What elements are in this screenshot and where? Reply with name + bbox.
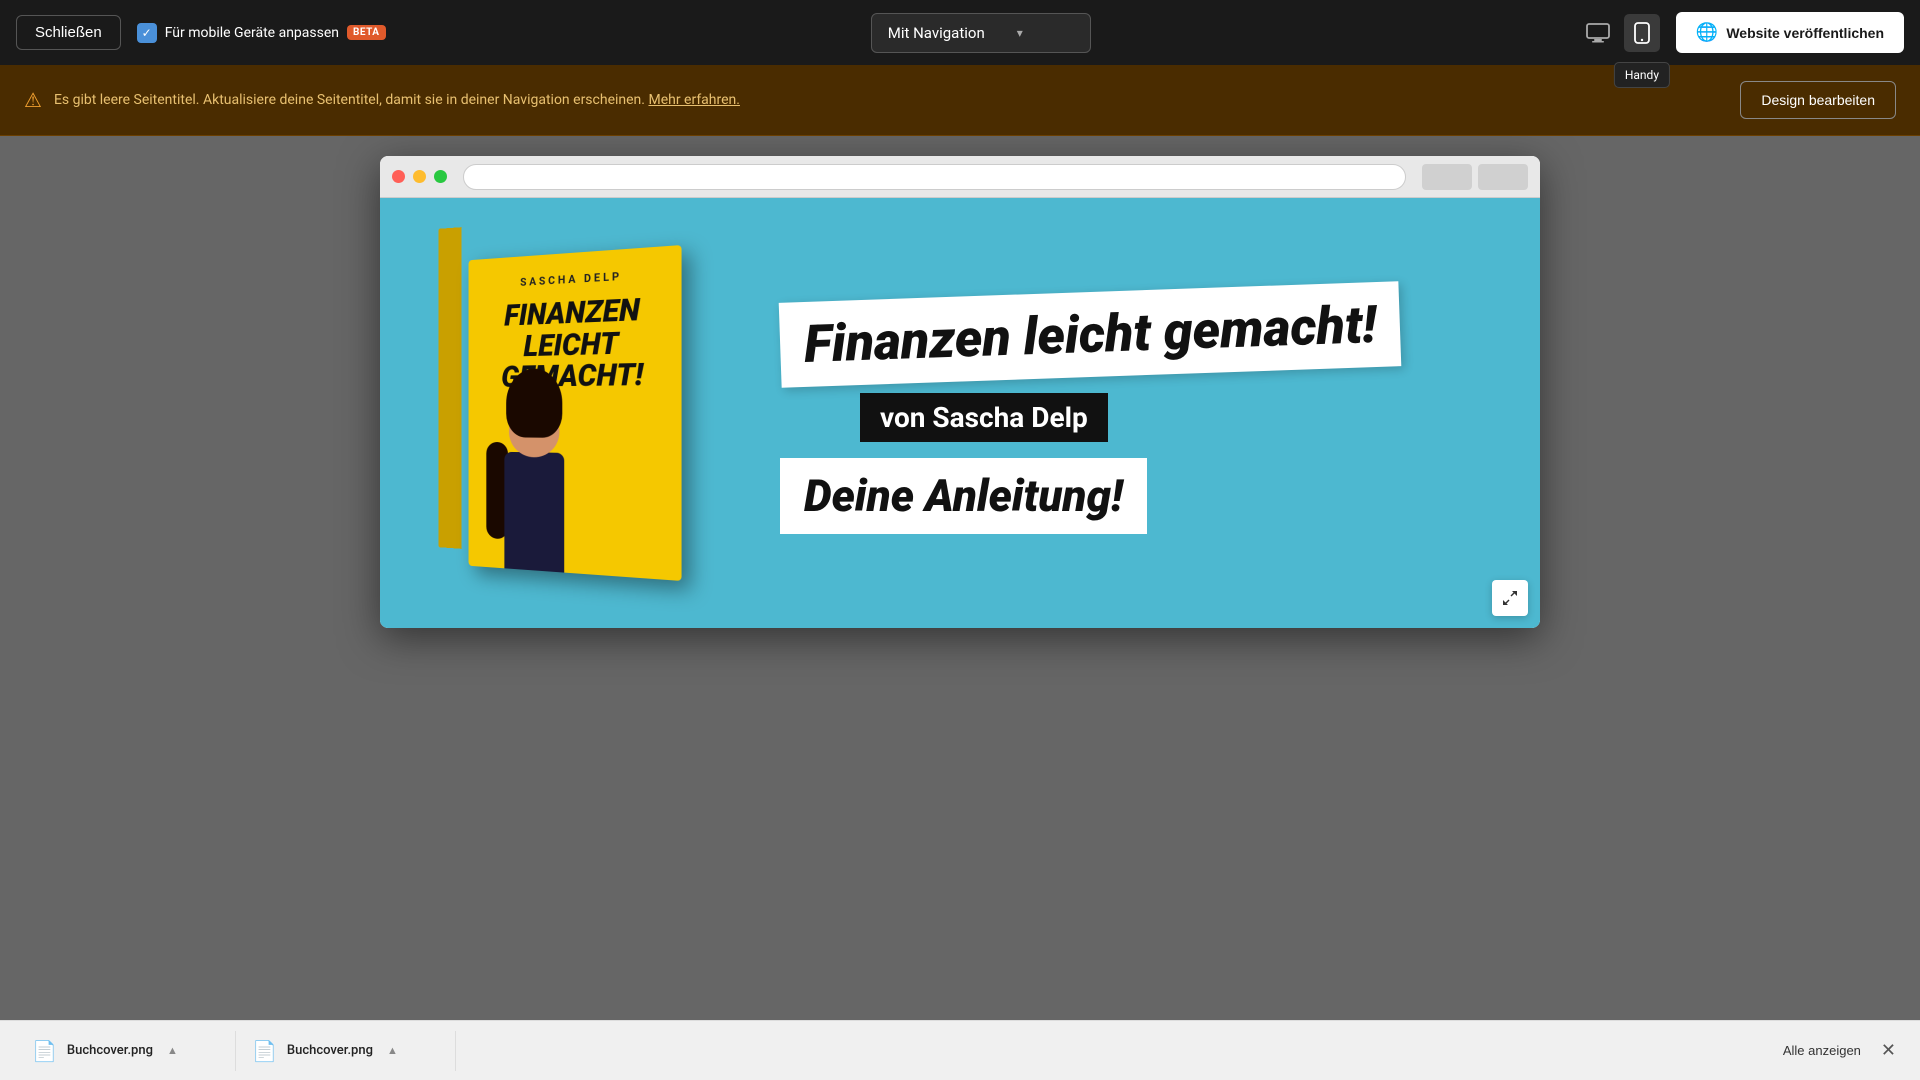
hero-subtitle-white-wrapper: Deine Anleitung! [780,458,1500,534]
browser-window: SASCHA DELP FINANZENLEICHTGEMACHT! [380,156,1540,628]
mobile-icon [1634,22,1650,44]
desktop-view-button[interactable] [1576,15,1620,51]
expand-button[interactable] [1492,580,1528,616]
preview-container: SASCHA DELP FINANZENLEICHTGEMACHT! [0,136,1920,1080]
show-all-button[interactable]: Alle anzeigen [1771,1035,1873,1066]
mobile-toggle[interactable]: ✓ Für mobile Geräte anpassen BETA [137,23,386,43]
desktop-icon [1586,23,1610,43]
file-icon-0: 📄 [32,1039,57,1063]
browser-dot-green [434,170,447,183]
warning-icon: ⚠ [24,88,42,112]
hero-main-title: Finanzen leicht gemacht! [803,294,1377,375]
download-filename-0: Buchcover.png [67,1043,153,1058]
mobile-view-button[interactable] [1624,14,1660,52]
browser-url-bar [463,164,1406,190]
close-button[interactable]: Schließen [16,15,121,50]
hero-text: Finanzen leicht gemacht! von Sascha Delp… [740,252,1540,574]
nav-dropdown[interactable]: Mit Navigation ▾ [871,13,1091,53]
book-cover: SASCHA DELP FINANZENLEICHTGEMACHT! [469,245,682,581]
alert-link[interactable]: Mehr erfahren. [648,92,740,108]
alert-message: Es gibt leere Seitentitel. Aktualisiere … [54,92,645,108]
publish-icon: 🌐 [1696,22,1718,43]
design-button[interactable]: Design bearbeiten [1740,81,1896,119]
device-icons: Handy [1576,14,1660,52]
hero-title-banner: Finanzen leicht gemacht! [779,281,1402,388]
alert-left: ⚠ Es gibt leere Seitentitel. Aktualisier… [24,88,740,112]
publish-button[interactable]: 🌐 Website veröffentlichen [1676,12,1904,53]
file-icon-1: 📄 [252,1039,277,1063]
hero-subtitle-white: Deine Anleitung! [780,458,1147,534]
book-spine [438,227,461,549]
download-item-0[interactable]: 📄 Buchcover.png ▲ [16,1031,236,1071]
download-bar: 📄 Buchcover.png ▲ 📄 Buchcover.png ▲ Alle… [0,1020,1920,1080]
browser-dot-yellow [413,170,426,183]
download-chevron-0[interactable]: ▲ [167,1044,178,1057]
browser-dot-red [392,170,405,183]
person-hair [506,368,562,438]
browser-btn-1[interactable] [1422,164,1472,190]
browser-btn-2[interactable] [1478,164,1528,190]
alert-text: Es gibt leere Seitentitel. Aktualisiere … [54,92,740,108]
book-author: SASCHA DELP [520,270,622,289]
browser-btn-group [1422,164,1528,190]
hero-subtitle-dark-wrapper: von Sascha Delp [820,393,1500,442]
chevron-down-icon: ▾ [1017,26,1023,40]
hero-title-wrapper: Finanzen leicht gemacht! [780,292,1500,377]
beta-badge: BETA [347,25,386,40]
book-container: SASCHA DELP FINANZENLEICHTGEMACHT! [460,223,740,603]
checkbox-icon: ✓ [137,23,157,43]
mobile-toggle-label: Für mobile Geräte anpassen [165,25,339,41]
person-figure [486,388,589,575]
handy-tooltip: Handy [1614,62,1670,88]
download-item-1[interactable]: 📄 Buchcover.png ▲ [236,1031,456,1071]
download-filename-1: Buchcover.png [287,1043,373,1058]
nav-dropdown-label: Mit Navigation [888,24,985,42]
publish-label: Website veröffentlichen [1726,25,1884,41]
handy-tooltip-container: Handy [1624,14,1660,52]
close-download-bar-button[interactable]: ✕ [1873,1032,1904,1069]
download-chevron-1[interactable]: ▲ [387,1044,398,1057]
browser-chrome [380,156,1540,198]
content-area: ⚠ Es gibt leere Seitentitel. Aktualisier… [0,65,1920,1080]
hero-section: SASCHA DELP FINANZENLEICHTGEMACHT! [380,198,1540,628]
person-body [504,452,564,573]
toolbar: Schließen ✓ Für mobile Geräte anpassen B… [0,0,1920,65]
expand-icon [1502,590,1518,606]
hero-subtitle-dark: von Sascha Delp [860,393,1108,442]
